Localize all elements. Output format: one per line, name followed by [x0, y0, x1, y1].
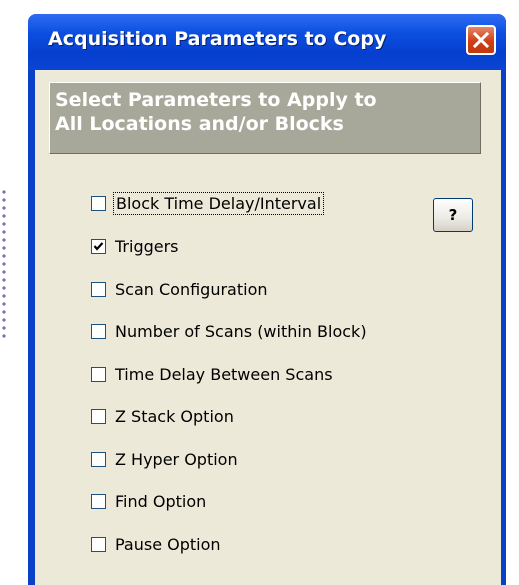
checkbox[interactable]: [91, 366, 106, 382]
checkmark-icon: [93, 241, 104, 251]
option-number-of-scans[interactable]: Number of Scans (within Block): [91, 319, 367, 343]
option-z-hyper[interactable]: Z Hyper Option: [91, 447, 238, 471]
option-label: Number of Scans (within Block): [115, 321, 367, 341]
option-label: Find Option: [115, 491, 207, 511]
help-button[interactable]: ?: [433, 198, 473, 232]
instruction-line-1: Select Parameters to Apply to: [55, 89, 377, 111]
option-label: Z Hyper Option: [115, 449, 238, 469]
option-label: Pause Option: [115, 534, 221, 554]
option-label: Z Stack Option: [115, 406, 234, 426]
checkbox[interactable]: [91, 323, 106, 339]
checkbox[interactable]: [91, 195, 106, 211]
close-icon: [473, 32, 489, 48]
option-scan-configuration[interactable]: Scan Configuration: [91, 277, 268, 301]
window-title: Acquisition Parameters to Copy: [48, 28, 387, 50]
option-find[interactable]: Find Option: [91, 489, 206, 513]
dotted-decoration: [0, 188, 8, 338]
option-z-stack[interactable]: Z Stack Option: [91, 404, 234, 428]
dialog-client-area: Select Parameters to Apply to All Locati…: [33, 70, 501, 585]
instruction-panel: Select Parameters to Apply to All Locati…: [49, 82, 481, 154]
checkbox[interactable]: [91, 238, 106, 254]
option-label: Triggers: [115, 236, 179, 256]
checkbox[interactable]: [91, 451, 106, 467]
dialog-window: Acquisition Parameters to Copy Select Pa…: [28, 14, 506, 585]
option-triggers[interactable]: Triggers: [91, 234, 179, 258]
option-label: Block Time Delay/Interval: [112, 191, 325, 215]
option-block-time-delay[interactable]: Block Time Delay/Interval: [91, 191, 325, 215]
checkbox[interactable]: [91, 408, 106, 424]
checkbox[interactable]: [91, 493, 106, 509]
instruction-line-2: All Locations and/or Blocks: [55, 113, 344, 135]
checkbox[interactable]: [91, 281, 106, 297]
checkbox[interactable]: [91, 536, 106, 552]
option-label: Time Delay Between Scans: [115, 364, 333, 384]
close-button[interactable]: [466, 25, 496, 55]
title-bar[interactable]: Acquisition Parameters to Copy: [28, 14, 506, 70]
option-time-delay-between-scans[interactable]: Time Delay Between Scans: [91, 362, 333, 386]
option-pause[interactable]: Pause Option: [91, 532, 221, 556]
option-label: Scan Configuration: [115, 279, 268, 299]
